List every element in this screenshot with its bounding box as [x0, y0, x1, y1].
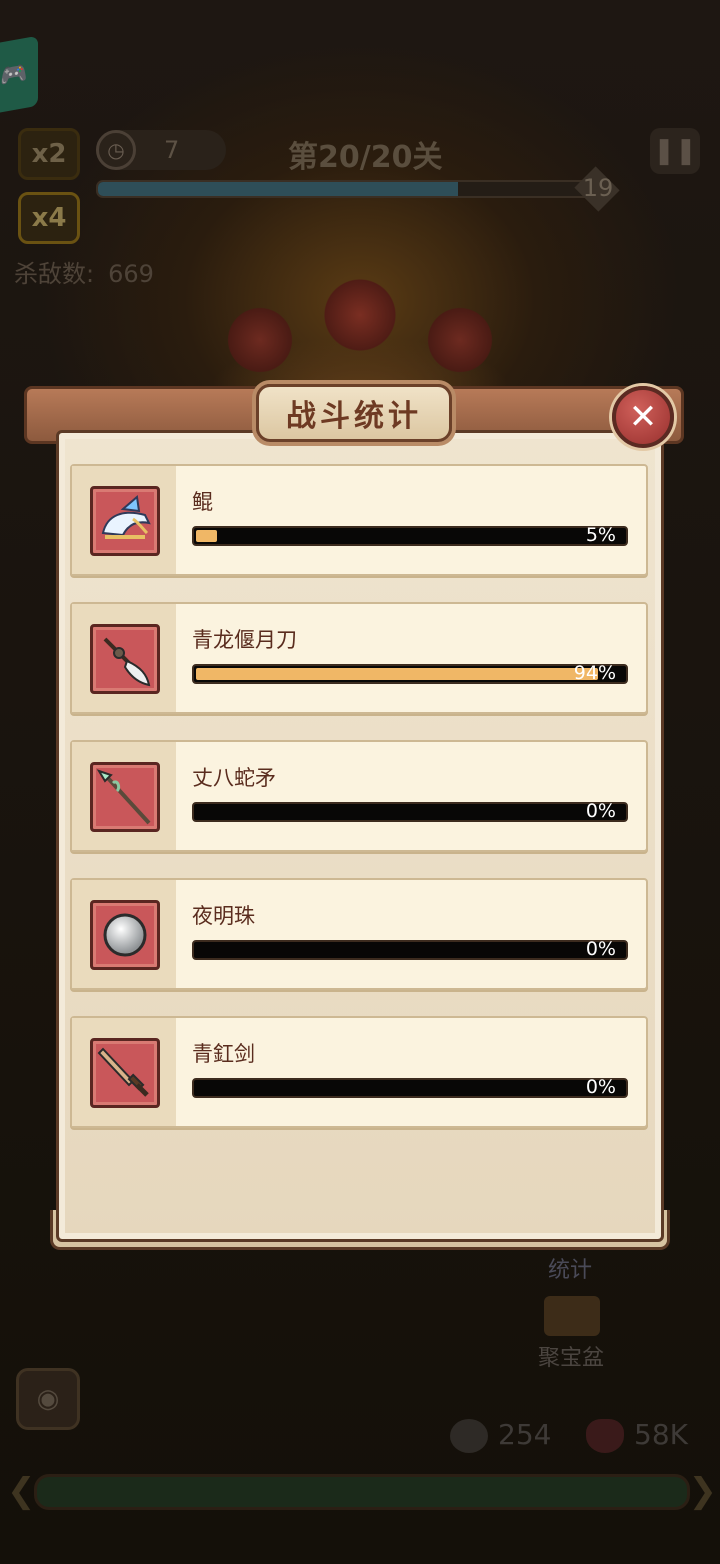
eye-icon[interactable]: ◉ — [16, 1368, 80, 1430]
damage-bar-fill — [196, 530, 217, 542]
level-progress-fill — [98, 182, 458, 196]
level-end-number: 19 — [582, 174, 614, 202]
weapon-row: 青龙偃月刀 94% — [70, 602, 648, 714]
damage-bar-fill — [196, 668, 598, 680]
weapon-name: 青龙偃月刀 — [192, 628, 297, 652]
coin-counter: 254 — [450, 1418, 551, 1453]
serpent-spear-icon — [90, 762, 160, 832]
sword-icon — [90, 1038, 160, 1108]
weapon-row: 夜明珠 0% — [70, 878, 648, 990]
weapon-row: 鲲 5% — [70, 464, 648, 576]
kun-fish-icon — [90, 486, 160, 556]
damage-percent: 0% — [585, 800, 616, 822]
right-arrow-icon[interactable]: ❯ — [689, 1471, 718, 1511]
speed-x4-button[interactable]: x4 — [18, 192, 80, 244]
pause-button[interactable]: ❚❚ — [650, 128, 700, 174]
clock-icon: ◷ — [96, 130, 136, 170]
level-label: 第20/20关 — [288, 140, 443, 175]
gamepad-icon[interactable]: 🎮 — [0, 35, 38, 115]
close-button[interactable]: ✕ — [612, 386, 674, 448]
left-arrow-icon[interactable]: ❮ — [7, 1471, 36, 1511]
kill-count: 669 — [108, 260, 154, 288]
damage-percent: 0% — [585, 1076, 616, 1098]
damage-percent: 5% — [585, 524, 616, 546]
level-progress-bar — [96, 180, 600, 198]
pearl-icon — [90, 900, 160, 970]
coin-icon — [450, 1419, 488, 1453]
weapon-name: 夜明珠 — [192, 904, 255, 928]
damage-percent-bar: 0% — [192, 800, 628, 822]
damage-percent: 94% — [573, 662, 616, 684]
crescent-blade-icon — [90, 624, 160, 694]
treasure-button-label[interactable]: 聚宝盆 — [538, 1340, 604, 1372]
weapon-name: 鲲 — [192, 490, 213, 514]
weapon-row: 青釭剑 0% — [70, 1016, 648, 1128]
damage-percent-bar: 0% — [192, 1076, 628, 1098]
wave-count: 7 — [164, 136, 180, 164]
health-value: 58K — [634, 1418, 688, 1451]
damage-percent: 0% — [585, 938, 616, 960]
weapon-name: 丈八蛇矛 — [192, 766, 276, 790]
close-icon: ✕ — [628, 397, 658, 437]
damage-percent-bar: 5% — [192, 524, 628, 546]
weapon-row: 丈八蛇矛 0% — [70, 740, 648, 852]
damage-percent-bar: 94% — [192, 662, 628, 684]
panel-title-plate: 战斗统计 — [256, 384, 452, 442]
weapon-name: 青釭剑 — [192, 1042, 255, 1066]
health-counter: 58K — [586, 1418, 688, 1453]
bottom-progress-bar: ❮ ❯ — [7, 1471, 717, 1511]
wave-counter: ◷ 7 — [96, 130, 226, 170]
kill-count-label: 杀敌数: 669 — [14, 254, 154, 289]
heart-icon — [586, 1419, 624, 1453]
treasure-chest-icon[interactable] — [544, 1296, 600, 1336]
kill-label-text: 杀敌数: — [14, 260, 95, 288]
stats-button[interactable]: 统计 — [548, 1252, 592, 1284]
coin-value: 254 — [498, 1418, 552, 1451]
speed-x2-button[interactable]: x2 — [18, 128, 80, 180]
damage-percent-bar: 0% — [192, 938, 628, 960]
panel-title: 战斗统计 — [286, 399, 422, 434]
